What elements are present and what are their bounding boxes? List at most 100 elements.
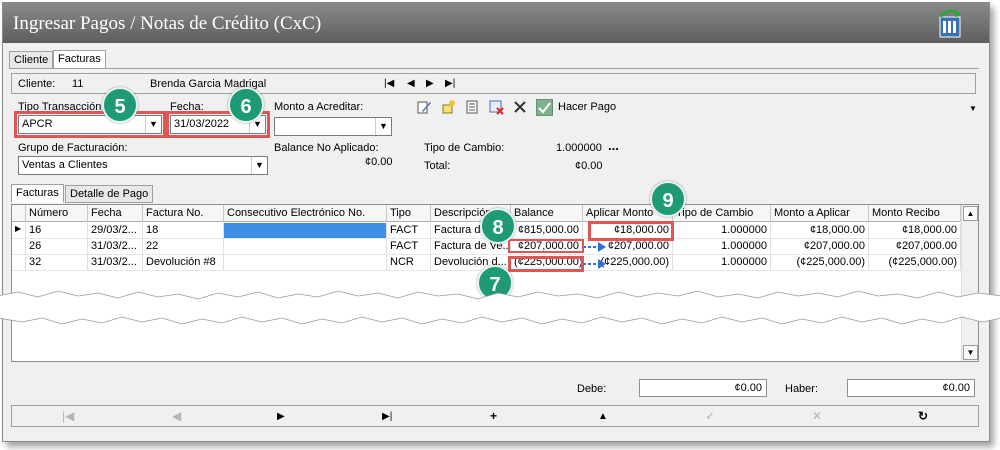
last-record-button[interactable]: ▶| <box>382 411 392 422</box>
cell-tipo-cambio[interactable]: 1.000000 <box>673 255 771 271</box>
cell-factura[interactable]: Devolución #8 <box>143 255 224 271</box>
cell-tipo[interactable]: NCR <box>387 255 431 271</box>
balance-no-aplicado-label: Balance No Aplicado: <box>274 142 379 154</box>
cell-monto-aplicar[interactable]: (¢225,000.00) <box>771 255 869 271</box>
cell-balance[interactable]: ¢815,000.00 <box>511 223 583 239</box>
cell-tipo-cambio[interactable]: 1.000000 <box>673 223 771 239</box>
scroll-up-icon[interactable]: ▲ <box>963 206 978 221</box>
highlight-balance-row3 <box>508 256 584 272</box>
highlight-tipo-transaccion <box>14 111 166 138</box>
callout-9: 9 <box>650 181 686 217</box>
column-header[interactable]: Consecutivo Electrónico No. <box>224 205 387 222</box>
list-icon[interactable] <box>464 99 480 115</box>
add-record-button[interactable]: + <box>490 409 497 423</box>
window: Ingresar Pagos / Notas de Crédito (CxC) … <box>2 2 990 442</box>
callout-5: 5 <box>102 87 138 123</box>
total-value: ¢0.00 <box>575 160 603 172</box>
client-first-button[interactable]: |◀ <box>384 78 394 89</box>
chevron-down-icon[interactable]: ▼ <box>375 118 391 135</box>
client-last-button[interactable]: ▶| <box>445 78 455 89</box>
client-label: Cliente: <box>18 78 56 90</box>
haber-value: ¢0.00 <box>847 379 975 397</box>
haber-label: Haber: <box>785 383 819 395</box>
cell-factura[interactable]: 22 <box>143 239 224 255</box>
client-id: 11 <box>72 78 84 90</box>
tipo-cambio-value: 1.000000 <box>556 142 602 154</box>
checkmark-icon <box>536 99 553 116</box>
grid-scrollbar[interactable]: ▲ ▼ <box>961 205 978 361</box>
cell-numero[interactable]: 16 <box>26 223 88 239</box>
tipo-cambio-label: Tipo de Cambio: <box>424 142 505 154</box>
prev-record-button[interactable]: ◀ <box>172 409 181 423</box>
cell-consecutivo[interactable] <box>224 255 387 271</box>
grupo-facturacion-select[interactable]: Ventas a Clientes ▼ <box>18 156 268 175</box>
cell-monto-recibo[interactable]: ¢18,000.00 <box>869 223 961 239</box>
column-header[interactable]: Balance <box>511 205 583 222</box>
hacer-pago-label: Hacer Pago <box>558 101 617 113</box>
grid-row-indicator-header <box>12 205 26 222</box>
cell-fecha[interactable]: 31/03/2... <box>88 255 143 271</box>
column-header[interactable]: Factura No. <box>143 205 224 222</box>
cell-monto-recibo[interactable]: ¢207,000.00 <box>869 239 961 255</box>
window-title: Ingresar Pagos / Notas de Crédito (CxC) <box>13 13 322 34</box>
cell-monto-recibo[interactable]: (¢225,000.00) <box>869 255 961 271</box>
refresh-button[interactable]: ↻ <box>918 409 928 423</box>
new-record-icon[interactable] <box>440 99 456 115</box>
cell-consecutivo-selected[interactable] <box>224 223 387 239</box>
arrow-icon <box>583 242 606 269</box>
column-header[interactable]: Tipo <box>387 205 431 222</box>
title-bar: Ingresar Pagos / Notas de Crédito (CxC) <box>3 3 989 43</box>
cell-fecha[interactable]: 31/03/2... <box>88 239 143 255</box>
column-header[interactable]: Monto Recibo <box>869 205 961 222</box>
hacer-pago-button[interactable]: Hacer Pago <box>536 97 626 117</box>
scroll-down-icon[interactable]: ▼ <box>963 345 978 360</box>
first-record-button[interactable]: |◀ <box>62 409 74 423</box>
row-indicator <box>12 255 26 271</box>
chevron-down-icon[interactable]: ▼ <box>251 157 267 174</box>
column-header[interactable]: Número <box>26 205 88 222</box>
record-navigator: |◀ ◀ ▶ ▶| + ▲ ✓ ✕ ↻ <box>11 405 979 427</box>
highlight-aplicar-monto <box>588 221 674 241</box>
delete-record-icon[interactable] <box>488 99 504 115</box>
edit-up-button[interactable]: ▲ <box>598 411 608 422</box>
exit-door-icon[interactable] <box>937 9 963 39</box>
cell-fecha[interactable]: 29/03/2... <box>88 223 143 239</box>
total-label: Total: <box>424 160 451 172</box>
client-bar: Cliente: 11 Brenda Garcia Madrigal |◀ ◀ … <box>11 73 976 94</box>
cell-numero[interactable]: 32 <box>26 255 88 271</box>
cell-monto-aplicar[interactable]: ¢18,000.00 <box>771 223 869 239</box>
post-record-button[interactable]: ✓ <box>705 409 715 423</box>
cell-monto-aplicar[interactable]: ¢207,000.00 <box>771 239 869 255</box>
tab-facturas-grid[interactable]: Facturas <box>11 184 64 203</box>
cell-tipo-cambio[interactable]: 1.000000 <box>673 239 771 255</box>
monto-acreditar-label: Monto a Acreditar: <box>274 101 364 113</box>
balance-no-aplicado-value: ¢0.00 <box>365 156 393 168</box>
next-record-button[interactable]: ▶ <box>277 411 285 422</box>
monto-acreditar-input[interactable]: ▼ <box>274 117 392 136</box>
close-icon[interactable] <box>512 99 528 115</box>
toolbar-overflow-icon[interactable]: ▼ <box>969 104 977 113</box>
debe-label: Debe: <box>577 383 607 395</box>
column-header[interactable]: Tipo de Cambio <box>673 205 771 222</box>
callout-6: 6 <box>228 87 264 123</box>
client-prev-button[interactable]: ◀ <box>407 78 415 89</box>
row-indicator <box>12 239 26 255</box>
tab-cliente[interactable]: Cliente <box>9 51 54 69</box>
row-indicator: ▶ <box>12 223 26 239</box>
cell-factura[interactable]: 18 <box>143 223 224 239</box>
callout-8: 8 <box>480 208 516 244</box>
edit-icon[interactable] <box>416 99 432 115</box>
tab-detalle-pago[interactable]: Detalle de Pago <box>65 185 154 203</box>
column-header[interactable]: Fecha <box>88 205 143 222</box>
cell-consecutivo[interactable] <box>224 239 387 255</box>
cell-tipo[interactable]: FACT <box>387 239 431 255</box>
tab-facturas[interactable]: Facturas <box>53 50 106 69</box>
column-header[interactable]: Monto a Aplicar <box>771 205 869 222</box>
highlight-balance-row2 <box>508 239 584 253</box>
tipo-cambio-more-button[interactable]: ... <box>608 138 619 153</box>
cell-numero[interactable]: 26 <box>26 239 88 255</box>
client-next-button[interactable]: ▶ <box>426 78 434 89</box>
cell-tipo[interactable]: FACT <box>387 223 431 239</box>
cancel-record-button[interactable]: ✕ <box>812 409 822 423</box>
torn-paper-divider <box>0 290 1000 325</box>
